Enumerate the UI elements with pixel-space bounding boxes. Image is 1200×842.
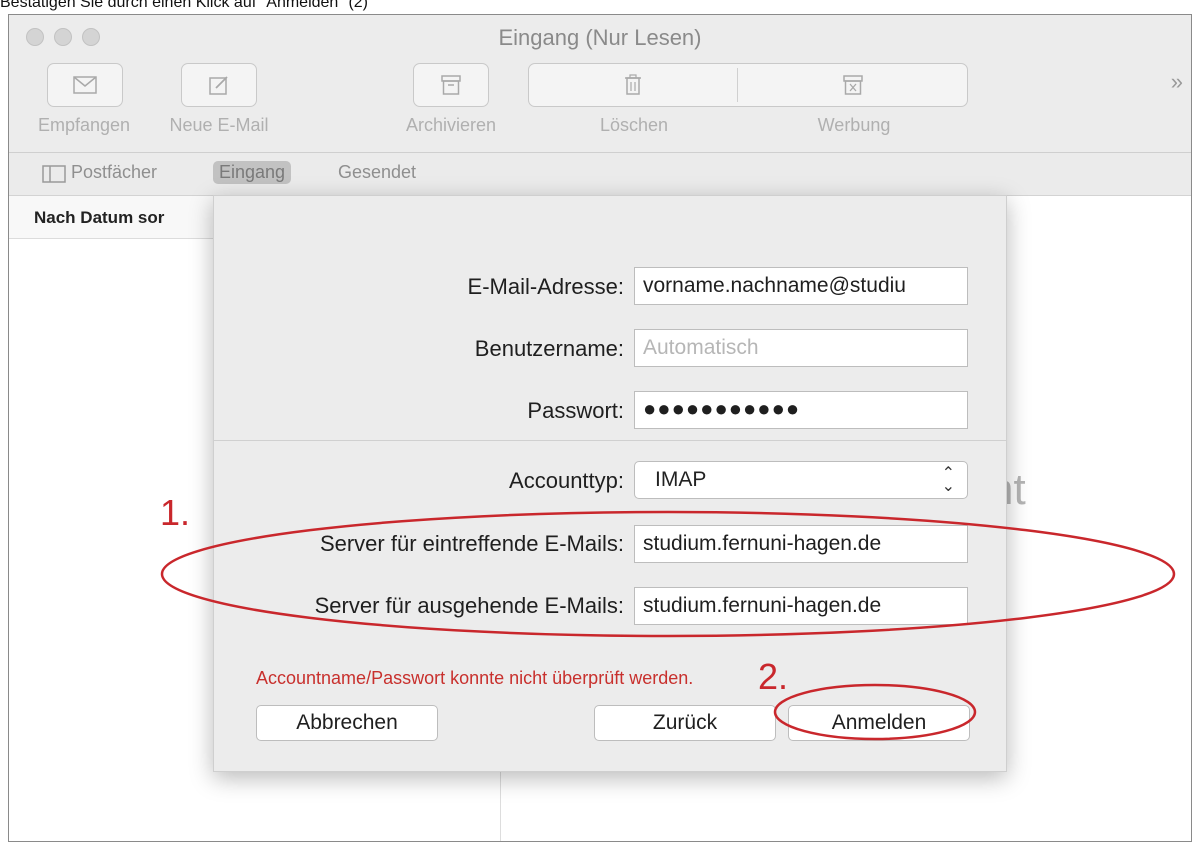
delete-junk-segment	[528, 63, 968, 107]
favorite-sent[interactable]: Gesendet	[338, 162, 416, 183]
sheet-separator	[214, 440, 1006, 441]
envelope-icon	[73, 76, 97, 94]
junk-button[interactable]	[738, 64, 967, 106]
username-label: Benutzername:	[474, 336, 624, 361]
title-bar: Eingang (Nur Lesen) Empfangen Neue E-Mai…	[9, 15, 1191, 153]
receive-label: Empfangen	[37, 115, 131, 135]
account-setup-sheet: E-Mail-Adresse: vorname.nachname@studiu …	[213, 195, 1007, 772]
compose-icon	[209, 76, 228, 95]
password-field[interactable]: ●●●●●●●●●●●	[634, 391, 968, 429]
junk-label: Werbung	[817, 115, 891, 135]
favorite-inbox[interactable]: Eingang	[213, 161, 292, 184]
junk-box-icon	[842, 75, 863, 95]
step-1-marker: 1.	[160, 492, 191, 533]
step-2-marker: 2.	[758, 656, 789, 697]
login-button[interactable]: Anmelden	[788, 705, 970, 741]
archive-label: Archivieren	[405, 115, 497, 135]
back-button[interactable]: Zurück	[594, 705, 776, 741]
incoming-server-field[interactable]: studium.fernuni-hagen.de	[634, 525, 968, 563]
archive-box-icon	[441, 75, 461, 95]
account-type-select[interactable]: IMAP ⌃ ⌄	[634, 461, 968, 499]
new-mail-button[interactable]	[181, 63, 257, 107]
cancel-button[interactable]: Abbrechen	[256, 705, 438, 741]
account-type-value: IMAP	[655, 468, 707, 491]
archive-button[interactable]	[413, 63, 489, 107]
new-mail-label: Neue E-Mail	[169, 115, 269, 135]
outgoing-server-label: Server für ausgehende E-Mails:	[314, 593, 624, 618]
error-message: Accountname/Passwort konnte nicht überpr…	[256, 668, 694, 688]
email-field[interactable]: vorname.nachname@studiu	[634, 267, 968, 305]
email-label: E-Mail-Adresse:	[467, 274, 624, 299]
delete-label: Löschen	[599, 115, 669, 135]
account-type-label: Accounttyp:	[509, 468, 624, 493]
password-label: Passwort:	[527, 398, 624, 423]
favorites-bar: Postfächer Eingang Gesendet	[9, 153, 1191, 196]
outgoing-server-field[interactable]: studium.fernuni-hagen.de	[634, 587, 968, 625]
delete-button[interactable]	[529, 64, 737, 106]
trash-icon	[625, 74, 641, 95]
receive-button[interactable]	[47, 63, 123, 107]
username-field[interactable]: Automatisch	[634, 329, 968, 367]
window-title: Eingang (Nur Lesen)	[498, 25, 702, 50]
sidebar-icon[interactable]	[42, 165, 66, 183]
incoming-server-label: Server für eintreffende E-Mails:	[319, 531, 624, 556]
favorite-mailboxes[interactable]: Postfächer	[71, 162, 157, 183]
mail-window: Eingang (Nur Lesen) Empfangen Neue E-Mai…	[8, 14, 1192, 842]
sort-label[interactable]: Nach Datum sor	[34, 208, 164, 228]
page-caption: Bestätigen Sie durch einen Klick auf "An…	[0, 0, 369, 11]
toolbar-overflow-button[interactable]: »	[1171, 69, 1183, 95]
chevron-updown-icon: ⌃ ⌄	[941, 465, 955, 495]
